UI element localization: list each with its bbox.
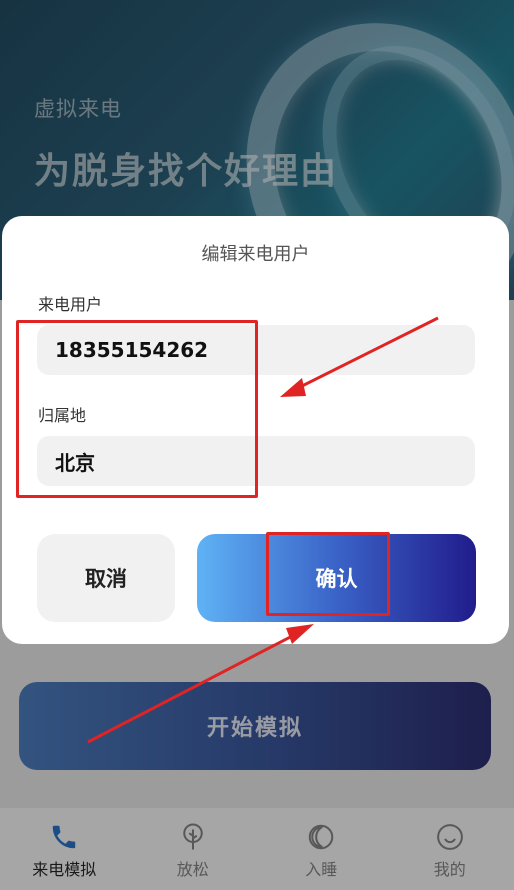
caller-label: 来电用户 [38,295,103,314]
location-input[interactable] [37,436,475,486]
screen: 虚拟来电 为脱身找个好理由 开始模拟 来电模拟 放松 入睡 我的 编辑来电用户 … [0,0,514,890]
caller-number-input[interactable] [37,325,475,375]
edit-caller-dialog: 编辑来电用户 来电用户 归属地 取消 确认 [2,216,509,644]
cancel-button[interactable]: 取消 [37,534,175,622]
confirm-button[interactable]: 确认 [197,534,476,622]
dialog-title: 编辑来电用户 [201,244,310,265]
location-label: 归属地 [38,406,87,425]
